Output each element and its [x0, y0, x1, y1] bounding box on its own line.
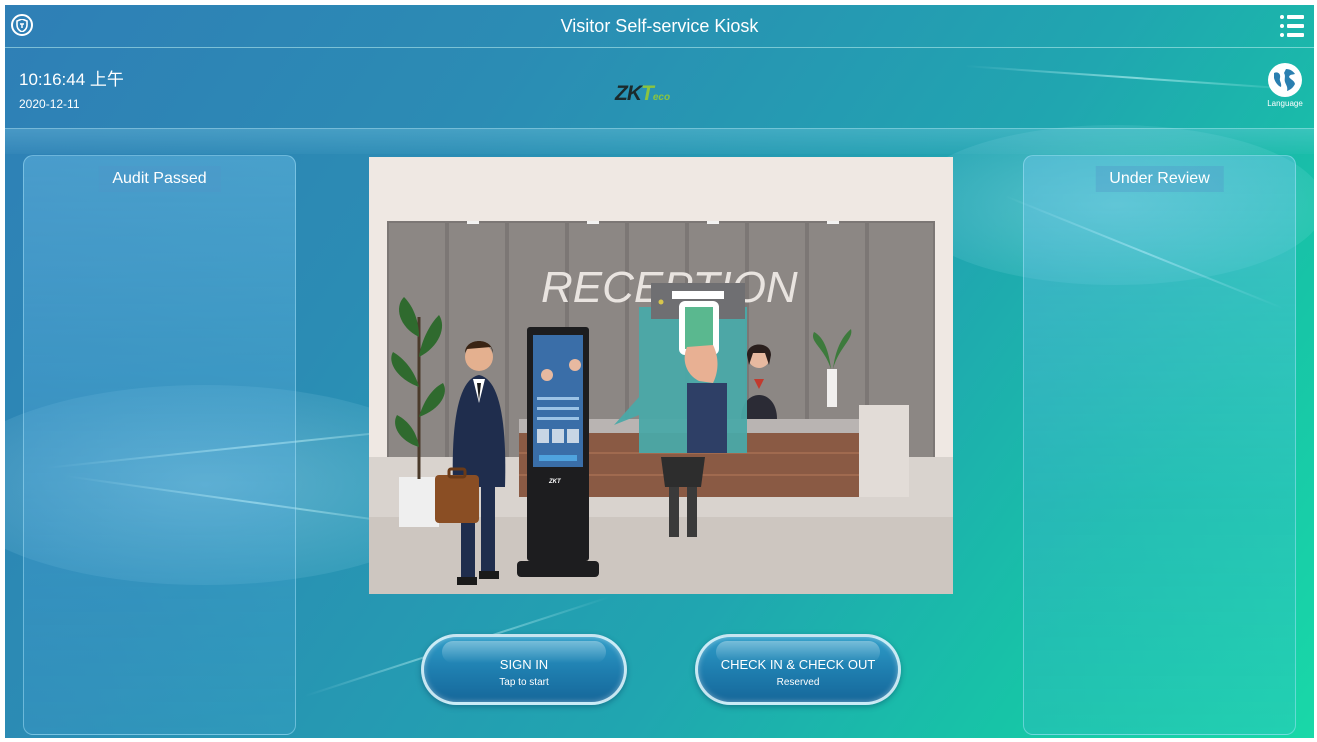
- logo-text-t: T: [641, 82, 654, 105]
- sign-in-sublabel: Tap to start: [499, 677, 549, 688]
- language-label: Language: [1267, 99, 1303, 108]
- audit-passed-panel: Audit Passed: [23, 155, 296, 735]
- current-time: 10:16:44 上午: [19, 70, 124, 89]
- under-review-title: Under Review: [1095, 166, 1224, 192]
- current-date: 2020-12-11: [19, 97, 80, 111]
- check-in-check-out-sublabel: Reserved: [776, 677, 820, 688]
- header-band: [5, 128, 1314, 154]
- brand-logo: ZKTeco: [615, 82, 670, 106]
- logo-text-zk: ZK: [615, 82, 642, 105]
- audit-passed-title: Audit Passed: [98, 166, 221, 192]
- page-title: Visitor Self-service Kiosk: [560, 16, 759, 36]
- under-review-panel: Under Review: [1023, 155, 1296, 735]
- kiosk-screen: Visitor Self-service Kiosk 10:16:44 上午 2…: [5, 5, 1314, 738]
- globe-icon: [1268, 63, 1302, 97]
- light-streak: [964, 65, 1305, 91]
- check-in-check-out-button[interactable]: CHECK IN & CHECK OUT Reserved: [695, 634, 901, 705]
- check-in-check-out-label: CHECK IN & CHECK OUT: [720, 657, 876, 672]
- reception-illustration: RECEPTION: [369, 157, 953, 594]
- sign-in-label: SIGN IN: [499, 657, 549, 672]
- language-button[interactable]: Language: [1259, 63, 1311, 108]
- title-bar: Visitor Self-service Kiosk: [5, 5, 1314, 48]
- logo-text-eco: eco: [652, 92, 671, 103]
- menu-icon[interactable]: [1280, 15, 1304, 37]
- svg-text:ZKT: ZKT: [548, 479, 562, 485]
- sign-in-button[interactable]: SIGN IN Tap to start: [421, 634, 627, 705]
